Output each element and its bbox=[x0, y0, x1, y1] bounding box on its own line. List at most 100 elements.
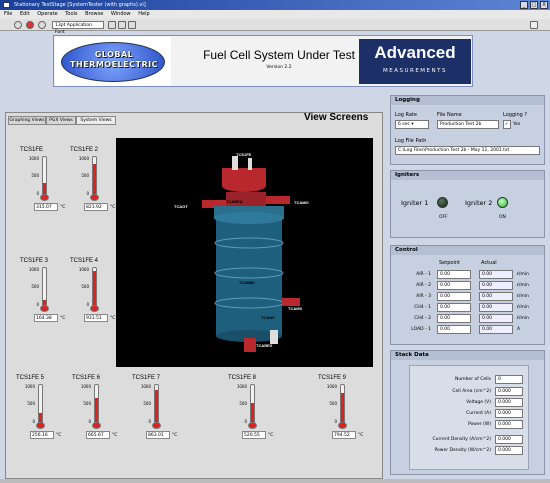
menu-operate[interactable]: Operate bbox=[37, 11, 57, 17]
control-unit: ℓ/min bbox=[517, 316, 529, 321]
distribute-icon[interactable] bbox=[118, 21, 126, 29]
thermometer-label: TCS1FE 2 bbox=[70, 147, 99, 153]
thermometer-label: TCS1FE 5 bbox=[16, 375, 45, 381]
thermometer-value: 821.92 bbox=[84, 203, 108, 211]
system-title: Fuel Cell System Under Test bbox=[203, 48, 355, 62]
actual-value: 0.00 bbox=[479, 314, 513, 323]
setpoint-input[interactable]: 0.00 bbox=[437, 314, 471, 323]
menu-browse[interactable]: Browse bbox=[85, 11, 103, 17]
control-unit: ℓ/min bbox=[517, 305, 529, 310]
stack-row-value[interactable]: 0.000 bbox=[495, 409, 523, 418]
thermometer-scale: 1000 500 0 bbox=[73, 267, 89, 309]
tab-graphing-views[interactable]: Graphing Views bbox=[8, 116, 46, 125]
thermometer-3: TCS1FE 3 1000 500 0 164.38 °C bbox=[20, 258, 75, 323]
minimize-button[interactable]: _ bbox=[520, 1, 528, 9]
pause-icon[interactable] bbox=[38, 21, 46, 29]
thermometer-tube bbox=[42, 156, 47, 196]
thermometer-unit: °C bbox=[56, 433, 62, 438]
stack-row-value[interactable]: 0.000 bbox=[495, 387, 523, 396]
menu-window[interactable]: Window bbox=[111, 11, 131, 17]
control-row-label: LOAD - 1 bbox=[411, 327, 431, 332]
view-screens-title: View Screens bbox=[304, 112, 369, 123]
igniter-1-label: Igniter 1 bbox=[401, 199, 429, 207]
stack-row-value[interactable]: 0 bbox=[495, 375, 523, 384]
vessel-label: TCS1FE bbox=[236, 152, 252, 157]
stack-row-value[interactable]: 0.000 bbox=[495, 435, 523, 444]
thermometer-fill bbox=[341, 392, 344, 423]
thermometer-bulb bbox=[338, 422, 347, 429]
setpoint-input[interactable]: 0.00 bbox=[437, 281, 471, 290]
font-select[interactable]: 13pt Application Font bbox=[52, 21, 104, 35]
status-bar bbox=[0, 479, 550, 483]
abort-icon[interactable] bbox=[26, 21, 34, 29]
thermometer-8: TCS1FE 8 1000 500 0 520.55 °C bbox=[228, 375, 283, 440]
stack-row-label: Cell Area (cm^2) bbox=[452, 389, 491, 394]
maximize-button[interactable]: □ bbox=[530, 1, 538, 9]
logging-checkbox[interactable]: ✓ bbox=[503, 120, 511, 129]
tick-label: 0 bbox=[36, 302, 39, 307]
log-rate-select[interactable]: 6 sec ▾ bbox=[395, 120, 429, 129]
setpoint-input[interactable]: 0.00 bbox=[437, 325, 471, 334]
setpoint-input[interactable]: 0.00 bbox=[437, 270, 471, 279]
vessel-label: TCAMO bbox=[286, 223, 301, 228]
thermometer-label: TCS1FE 7 bbox=[132, 375, 161, 381]
igniter-2-led[interactable] bbox=[497, 197, 508, 208]
thermometer-value: 164.38 bbox=[34, 314, 58, 322]
tick-label: 0 bbox=[88, 419, 91, 424]
tab-system-views[interactable]: System Views bbox=[76, 116, 116, 125]
reorder-icon[interactable] bbox=[128, 21, 136, 29]
thermometer-bulb bbox=[90, 305, 99, 312]
log-path-input[interactable]: C:\Log Files\Production Test 2b - May 11… bbox=[395, 146, 540, 155]
thermometer-tube bbox=[42, 267, 47, 307]
menu-help[interactable]: Help bbox=[138, 11, 149, 17]
thermometer-scale: 1000 500 0 bbox=[23, 156, 39, 198]
menu-file[interactable]: File bbox=[4, 11, 12, 17]
menu-edit[interactable]: Edit bbox=[20, 11, 30, 17]
tick-label: 1000 bbox=[80, 384, 91, 389]
logging-header: Logging bbox=[391, 96, 544, 105]
stack-row-label: Number of Cells bbox=[454, 377, 491, 382]
igniter-1-state: OFF bbox=[439, 215, 448, 220]
close-button[interactable]: X bbox=[540, 1, 548, 9]
thermometer-scale: 1000 500 0 bbox=[75, 384, 91, 426]
setpoint-input[interactable]: 0.00 bbox=[437, 303, 471, 312]
tick-label: 500 bbox=[83, 401, 91, 406]
tick-label: 0 bbox=[86, 191, 89, 196]
run-arrow-icon[interactable] bbox=[14, 21, 22, 29]
stack-row-value[interactable]: 0.000 bbox=[495, 398, 523, 407]
tick-label: 1000 bbox=[28, 156, 39, 161]
thermometer-unit: °C bbox=[112, 433, 118, 438]
stack-row-value[interactable]: 0.000 bbox=[495, 420, 523, 429]
app-icon bbox=[3, 2, 10, 8]
thermometer-bulb bbox=[248, 422, 257, 429]
log-rate-label: Log Rate bbox=[395, 112, 417, 118]
tick-label: 500 bbox=[31, 173, 39, 178]
tick-label: 500 bbox=[143, 401, 151, 406]
stack-row-label: Voltage (V) bbox=[466, 400, 491, 405]
menu-tools[interactable]: Tools bbox=[65, 11, 77, 17]
logging-yes-label: Yes bbox=[513, 122, 521, 127]
brand-name: Advanced bbox=[374, 43, 456, 62]
file-name-input[interactable]: Production Test 2b bbox=[437, 120, 499, 129]
thermometer-label: TCS1FE bbox=[20, 147, 44, 153]
tab-pgx-views[interactable]: PGX Views bbox=[46, 116, 76, 125]
align-icon[interactable] bbox=[108, 21, 116, 29]
tick-label: 1000 bbox=[236, 384, 247, 389]
thermometer-scale: 1000 500 0 bbox=[73, 156, 89, 198]
control-unit: ℓ/min bbox=[517, 294, 529, 299]
thermometer-unit: °C bbox=[172, 433, 178, 438]
vessel-label: TCAGT bbox=[174, 204, 188, 209]
thermometer-fill bbox=[93, 270, 96, 306]
thermometer-bulb bbox=[40, 194, 49, 201]
thermometer-value: 931.51 bbox=[84, 314, 108, 322]
control-unit: ℓ/min bbox=[517, 283, 529, 288]
vi-icon bbox=[530, 21, 538, 29]
setpoint-input[interactable]: 0.00 bbox=[437, 292, 471, 301]
header-banner: GLOBAL THERMOELECTRIC Fuel Cell System U… bbox=[53, 35, 473, 87]
control-row-label: AIR - 1 bbox=[416, 272, 431, 277]
thermometer-scale: 1000 500 0 bbox=[23, 267, 39, 309]
igniter-1-led[interactable] bbox=[437, 197, 448, 208]
stack-row-value[interactable]: 0.000 bbox=[495, 446, 523, 455]
actual-value: 0.00 bbox=[479, 325, 513, 334]
thermometer-value: 520.55 bbox=[242, 431, 266, 439]
